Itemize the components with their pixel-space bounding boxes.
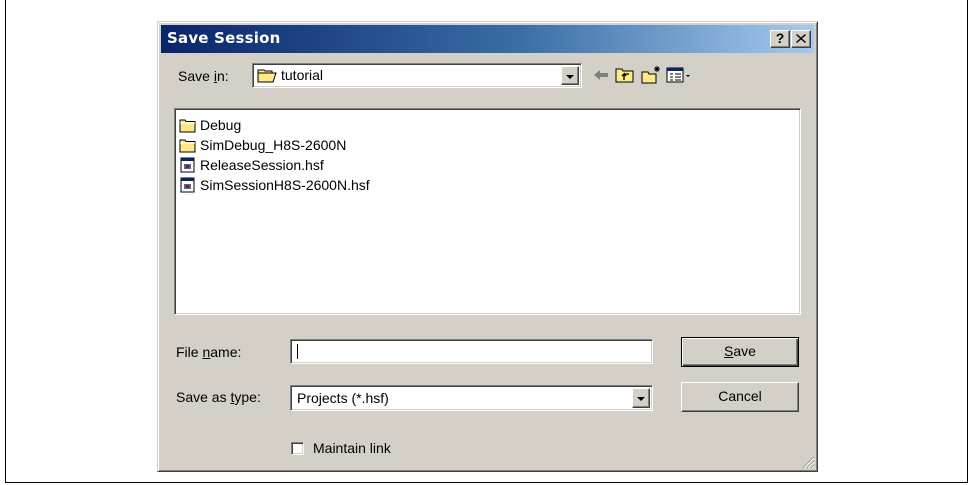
save-as-type-label-pre: Save as (176, 389, 231, 405)
list-item[interactable]: ReleaseSession.hsf (179, 155, 324, 175)
file-name-text: ReleaseSession.hsf (200, 157, 324, 173)
file-name-label-post: ame: (210, 344, 242, 360)
save-as-type-combo[interactable]: Projects (*.hsf) (290, 385, 653, 411)
back-arrow-icon[interactable] (590, 64, 612, 86)
folder-icon (179, 119, 196, 132)
save-in-label: Save in: (178, 68, 229, 84)
new-folder-icon[interactable] (640, 64, 662, 86)
view-menu-icon[interactable] (665, 64, 695, 86)
text-caret (297, 344, 298, 359)
save-in-value: tutorial (281, 67, 324, 83)
file-name-label-pre: File (176, 344, 203, 360)
file-name-text: SimSessionH8S-2600N.hsf (200, 177, 370, 193)
close-button[interactable] (791, 30, 811, 48)
folder-icon (179, 139, 196, 152)
save-button-key: S (724, 343, 734, 359)
list-item[interactable]: Debug (179, 115, 241, 135)
save-as-type-label-post: ype: (234, 389, 261, 405)
list-item[interactable]: SimDebug_H8S-2600N (179, 135, 346, 155)
file-name-input[interactable] (290, 339, 653, 364)
save-in-combo[interactable]: tutorial (252, 63, 582, 88)
cancel-button[interactable]: Cancel (681, 382, 799, 412)
save-button[interactable]: Save (681, 337, 799, 367)
save-in-label-pre: Save (178, 68, 214, 84)
save-button-rest: ave (733, 343, 756, 359)
close-icon (796, 34, 806, 43)
up-folder-icon[interactable] (614, 64, 636, 86)
file-name-text: SimDebug_H8S-2600N (200, 137, 347, 153)
maintain-link-checkbox[interactable] (291, 442, 304, 455)
save-in-label-post: n: (216, 68, 229, 84)
dialog-title: Save Session (167, 29, 281, 47)
save-as-type-dropdown-button[interactable] (632, 388, 650, 408)
file-list[interactable]: Debug SimDebug_H8S-2600N ReleaseSession.… (174, 108, 801, 315)
maintain-link-label[interactable]: Maintain link (313, 440, 391, 456)
save-as-type-value: Projects (*.hsf) (297, 390, 389, 406)
resize-grip-icon[interactable] (801, 455, 815, 469)
list-item[interactable]: SimSessionH8S-2600N.hsf (179, 175, 370, 195)
file-name-text: Debug (200, 117, 242, 133)
open-folder-icon (257, 69, 277, 83)
title-bar[interactable]: Save Session ? (161, 25, 814, 53)
save-as-type-label: Save as type: (176, 389, 261, 405)
save-in-dropdown-button[interactable] (561, 66, 579, 85)
session-file-icon (180, 157, 195, 173)
save-session-dialog: Save Session ? Save in: tutorial Debug S… (157, 21, 818, 472)
file-name-label: File name: (176, 344, 241, 360)
session-file-icon (180, 177, 195, 193)
help-button[interactable]: ? (770, 30, 790, 48)
